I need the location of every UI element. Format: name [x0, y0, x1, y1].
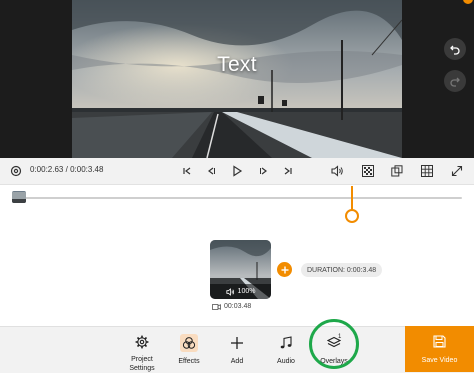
- time-separator: /: [65, 165, 68, 174]
- preview-settings-button[interactable]: [8, 163, 24, 179]
- undo-icon: [450, 45, 460, 55]
- effects-label: Effects: [178, 358, 200, 365]
- volume-icon: [225, 287, 234, 296]
- project-settings-button[interactable]: Project Settings: [124, 327, 160, 373]
- overlays-highlight-ring: [309, 319, 359, 369]
- volume-icon: [330, 165, 343, 177]
- total-time: 0:00:3.48: [70, 165, 104, 174]
- effects-icon: [180, 334, 198, 352]
- timeline-clip-thumbnail[interactable]: [12, 191, 26, 203]
- frame-back-icon: [208, 167, 215, 175]
- playhead-handle[interactable]: [345, 209, 359, 223]
- frame-forward-icon: [260, 167, 267, 175]
- bottom-toolbar: Project Settings Effects Add Audio Overl…: [0, 326, 474, 373]
- time-readout: 0:00:2.63 / 0:00:3.48: [30, 165, 103, 174]
- timeline-track[interactable]: [12, 197, 462, 199]
- clip-duration-value: 00:03.48: [224, 303, 252, 310]
- fullscreen-icon: [451, 165, 463, 177]
- project-settings-label: Project Settings: [129, 356, 155, 372]
- overlay-text[interactable]: Text: [72, 53, 402, 77]
- add-label: Add: [230, 358, 244, 365]
- skip-to-start-button[interactable]: [179, 163, 195, 179]
- audio-button[interactable]: Audio: [272, 327, 300, 373]
- previous-frame-button[interactable]: [203, 163, 219, 179]
- gear-icon: [133, 334, 151, 350]
- play-icon: [233, 165, 243, 177]
- plus-icon: [281, 266, 288, 273]
- add-button[interactable]: Add: [224, 327, 250, 373]
- current-time: 0:00:2.63: [30, 165, 64, 174]
- clip-thumbnail[interactable]: 100%: [210, 240, 271, 299]
- video-camera-icon: [212, 303, 221, 310]
- next-frame-button[interactable]: [256, 163, 272, 179]
- effects-button[interactable]: Effects: [174, 327, 204, 373]
- add-clip-button[interactable]: [277, 262, 292, 277]
- clip-volume-value: 100%: [237, 288, 256, 295]
- video-preview-area: Text: [0, 0, 474, 158]
- grid-button[interactable]: [419, 163, 435, 179]
- aspect-ratio-button[interactable]: [389, 163, 405, 179]
- grid-icon: [421, 165, 433, 177]
- clip-volume[interactable]: 100%: [210, 284, 271, 299]
- skip-end-icon: [284, 167, 292, 175]
- play-button[interactable]: [229, 163, 245, 179]
- playback-control-bar: 0:00:2.63 / 0:00:3.48: [0, 158, 474, 185]
- redo-button[interactable]: [444, 70, 466, 92]
- overlays-count-badge: 1: [338, 334, 342, 340]
- duration-pill[interactable]: DURATION: 0:00:3.48: [301, 263, 383, 277]
- skip-start-icon: [183, 167, 191, 175]
- pattern-button[interactable]: [360, 163, 376, 179]
- clip-duration: 00:03.48: [212, 303, 251, 310]
- video-preview[interactable]: Text: [72, 0, 402, 158]
- playhead[interactable]: [351, 186, 353, 210]
- save-video-button[interactable]: Save Video: [405, 326, 474, 372]
- fullscreen-button[interactable]: [449, 163, 465, 179]
- music-note-icon: [277, 334, 295, 352]
- undo-button[interactable]: [444, 38, 466, 60]
- grid-pattern-icon: [362, 165, 374, 177]
- redo-icon: [450, 77, 460, 87]
- save-disk-icon: [433, 335, 446, 350]
- accent-marker: [463, 0, 473, 4]
- skip-to-end-button[interactable]: [280, 163, 296, 179]
- volume-button[interactable]: [329, 163, 345, 179]
- save-video-label: Save Video: [421, 357, 458, 364]
- plus-icon: [228, 334, 246, 352]
- audio-label: Audio: [277, 358, 295, 365]
- aspect-ratio-icon: [391, 165, 403, 177]
- settings-icon: [10, 165, 22, 177]
